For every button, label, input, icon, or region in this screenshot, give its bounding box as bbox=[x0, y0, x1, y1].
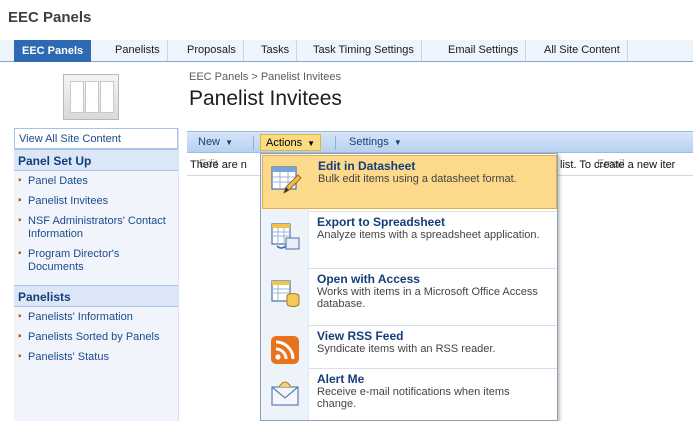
menu-item-title: Export to Spreadsheet bbox=[317, 215, 446, 229]
list-toolbar: New ▼ Actions ▼ Settings ▼ bbox=[187, 131, 693, 153]
site-logo-icon bbox=[63, 74, 119, 120]
toolbar-separator bbox=[335, 136, 336, 150]
tab-tasks[interactable]: Tasks bbox=[254, 40, 298, 61]
view-all-site-content-link[interactable]: View All Site Content bbox=[14, 128, 178, 149]
menu-item-title: Edit in Datasheet bbox=[318, 159, 416, 173]
page-title: Panelist Invitees bbox=[189, 87, 342, 110]
breadcrumb[interactable]: EEC Panels > Panelist Invitees bbox=[189, 71, 341, 83]
menu-item-edit-in-datasheet[interactable]: Edit in Datasheet Bulk edit items using … bbox=[262, 155, 557, 209]
spreadsheet-icon bbox=[269, 220, 301, 252]
menu-item-description: Syndicate items with an RSS reader. bbox=[317, 343, 496, 355]
settings-button-label: Settings bbox=[349, 136, 389, 148]
nav-item-panel-dates[interactable]: Panel Dates bbox=[14, 171, 178, 191]
tab-proposals[interactable]: Proposals bbox=[180, 40, 244, 61]
toolbar-separator bbox=[253, 136, 254, 150]
datasheet-icon bbox=[270, 164, 302, 196]
rss-icon bbox=[269, 334, 301, 366]
nav-item-panelists-sorted-by-panels[interactable]: Panelists Sorted by Panels bbox=[14, 327, 178, 347]
menu-item-alert-me[interactable]: Alert Me Receive e-mail notifications wh… bbox=[262, 369, 557, 420]
actions-dropdown-menu: Edit in Datasheet Bulk edit items using … bbox=[260, 153, 558, 421]
tab-all-site-content[interactable]: All Site Content bbox=[537, 40, 628, 61]
menu-item-description: Bulk edit items using a datasheet format… bbox=[318, 173, 517, 185]
menu-item-description: Receive e-mail notifications when items … bbox=[317, 386, 510, 410]
quick-launch: View All Site Content Panel Set Up Panel… bbox=[14, 128, 179, 421]
menu-item-description: Works with items in a Microsoft Office A… bbox=[317, 286, 538, 310]
empty-list-message: There are n bbox=[190, 159, 247, 171]
nav-item-panelists-status[interactable]: Panelists' Status bbox=[14, 347, 178, 367]
nav-item-nsf-administrators[interactable]: NSF Administrators' Contact Information bbox=[14, 211, 178, 244]
tab-task-timing-settings[interactable]: Task Timing Settings bbox=[306, 40, 422, 61]
actions-menu-button[interactable]: Actions ▼ bbox=[260, 134, 322, 151]
actions-button-label: Actions bbox=[266, 137, 303, 149]
nav-item-program-directors-documents[interactable]: Program Director's Documents bbox=[14, 244, 178, 277]
chevron-down-icon: ▼ bbox=[393, 138, 402, 147]
menu-item-export-to-spreadsheet[interactable]: Export to Spreadsheet Analyze items with… bbox=[262, 212, 557, 266]
menu-item-title: View RSS Feed bbox=[317, 329, 404, 343]
settings-menu-button[interactable]: Settings ▼ bbox=[344, 134, 407, 151]
site-logo bbox=[10, 64, 175, 128]
alert-mail-icon bbox=[269, 377, 301, 409]
menu-item-open-with-access[interactable]: Open with Access Works with items in a M… bbox=[262, 269, 557, 323]
menu-item-title: Open with Access bbox=[317, 272, 420, 286]
access-icon bbox=[269, 277, 301, 309]
new-button-label: New bbox=[198, 136, 221, 148]
tab-panelists[interactable]: Panelists bbox=[108, 40, 168, 61]
nav-item-panelist-invitees[interactable]: Panelist Invitees bbox=[14, 191, 178, 211]
menu-item-description: Analyze items with a spreadsheet applica… bbox=[317, 229, 540, 241]
nav-header-panelists[interactable]: Panelists bbox=[14, 285, 178, 307]
nav-item-panelists-information[interactable]: Panelists' Information bbox=[14, 307, 178, 327]
menu-item-title: Alert Me bbox=[317, 372, 365, 386]
site-title[interactable]: EEC Panels bbox=[8, 5, 91, 31]
empty-list-message-continued: list. To create a new iter bbox=[560, 159, 676, 171]
tab-eec-panels[interactable]: EEC Panels bbox=[14, 40, 92, 62]
new-menu-button[interactable]: New ▼ bbox=[193, 134, 238, 151]
tab-email-settings[interactable]: Email Settings bbox=[441, 40, 527, 61]
top-navigation: EEC Panels Panelists Proposals Tasks Tas… bbox=[0, 40, 693, 62]
nav-header-panel-set-up[interactable]: Panel Set Up bbox=[14, 149, 178, 171]
chevron-down-icon: ▼ bbox=[225, 138, 233, 147]
chevron-down-icon: ▼ bbox=[307, 139, 316, 148]
